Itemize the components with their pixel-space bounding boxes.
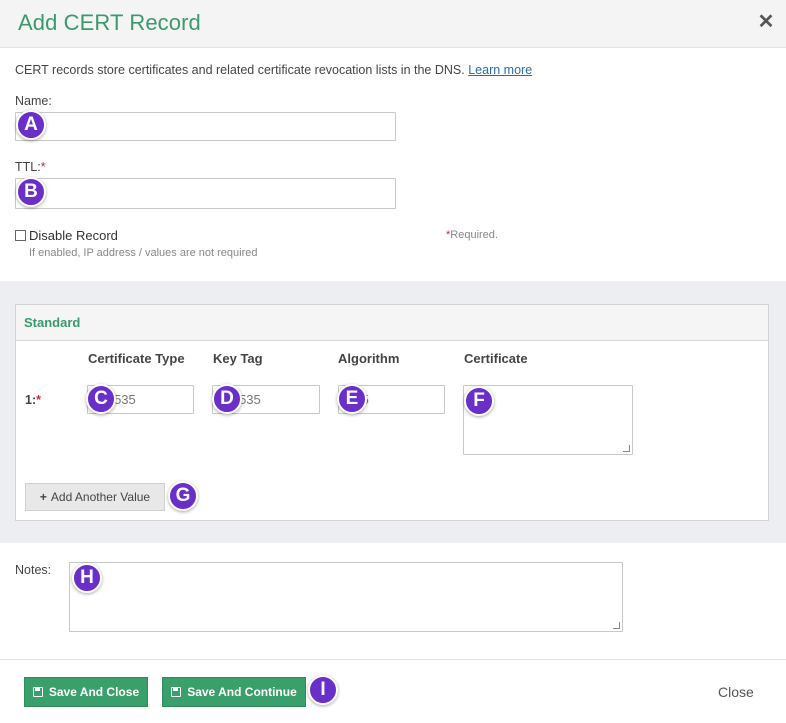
marker-h: H: [72, 563, 102, 593]
resize-handle-icon[interactable]: [623, 445, 630, 452]
marker-c: C: [86, 384, 116, 414]
marker-f: F: [464, 386, 494, 416]
save-and-continue-button[interactable]: Save And Continue: [162, 677, 306, 707]
name-input[interactable]: [15, 112, 396, 141]
footer-divider: [0, 659, 786, 660]
add-another-value-label: Add Another Value: [50, 490, 151, 504]
ttl-input[interactable]: [15, 178, 396, 209]
column-algorithm: Algorithm: [338, 351, 400, 366]
add-another-value-button[interactable]: + Add Another Value: [25, 483, 165, 511]
save-icon: [32, 687, 43, 697]
disable-record-checkbox[interactable]: [15, 230, 26, 241]
close-link[interactable]: Close: [718, 684, 754, 700]
column-certificate-type: Certificate Type: [88, 351, 185, 366]
dialog-title: Add CERT Record: [18, 10, 201, 35]
notes-label: Notes:: [15, 563, 52, 577]
disable-record-hint: If enabled, IP address / values are not …: [29, 247, 258, 259]
ttl-label: TTL:*: [15, 160, 46, 174]
save-and-close-label: Save And Close: [48, 685, 140, 699]
marker-g: G: [168, 481, 198, 511]
marker-i: I: [308, 675, 338, 705]
ttl-label-text: TTL:: [15, 160, 41, 174]
description-text: CERT records store certificates and rela…: [15, 63, 465, 77]
disable-record-label[interactable]: Disable Record: [29, 228, 118, 243]
standard-panel-header: [16, 305, 768, 341]
row-required-star: *: [36, 393, 41, 407]
dialog-description: CERT records store certificates and rela…: [15, 63, 532, 77]
row-label: 1:*: [25, 393, 41, 407]
close-icon[interactable]: ✕: [756, 12, 776, 32]
marker-b: B: [16, 177, 46, 207]
name-label: Name:: [15, 94, 52, 108]
column-key-tag: Key Tag: [213, 351, 263, 366]
required-note: *Required.: [446, 229, 498, 241]
ttl-required-star: *: [40, 160, 46, 174]
save-icon: [171, 687, 182, 697]
learn-more-link[interactable]: Learn more: [468, 63, 532, 77]
resize-handle-icon[interactable]: [613, 622, 620, 629]
save-and-continue-label: Save And Continue: [187, 685, 297, 699]
marker-a: A: [16, 110, 46, 140]
standard-panel-title: Standard: [24, 315, 81, 330]
save-and-close-button[interactable]: Save And Close: [24, 677, 148, 707]
marker-d: D: [212, 384, 242, 414]
row-label-number: 1:: [25, 393, 37, 407]
column-certificate: Certificate: [464, 351, 528, 366]
plus-icon: +: [39, 490, 47, 504]
marker-e: E: [337, 384, 367, 414]
required-note-text: Required.: [450, 229, 498, 241]
notes-textarea[interactable]: [69, 562, 623, 632]
